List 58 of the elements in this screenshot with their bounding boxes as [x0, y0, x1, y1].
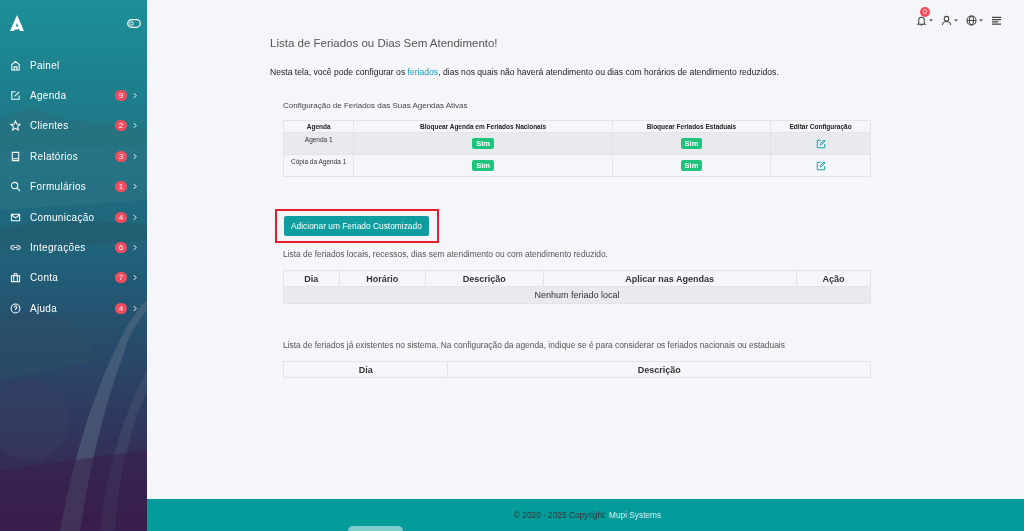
nav-item[interactable]: Ajuda 4 [0, 293, 147, 324]
count-badge: 1 [115, 181, 127, 193]
column-header: Aplicar nas Agendas [543, 270, 797, 287]
chevron-icon [133, 152, 137, 160]
globe-icon [966, 14, 977, 26]
nav-item[interactable]: Formulários 1 [0, 171, 147, 202]
column-header: Descrição [447, 361, 871, 378]
nav-item[interactable]: Comunicação 4 [0, 201, 147, 233]
nav-item[interactable]: Relatórios 3 [0, 141, 147, 172]
caret-icon [979, 18, 983, 22]
count-badge: 7 [115, 272, 127, 284]
chevron-icon [133, 213, 137, 221]
nav-item[interactable]: Conta 7 [0, 262, 147, 294]
star-icon [10, 120, 21, 132]
logo-icon[interactable] [9, 14, 25, 32]
chevron-icon [133, 274, 137, 282]
toggle-icon[interactable] [127, 18, 141, 28]
column-header: Dia [283, 270, 340, 287]
nav-item[interactable]: Painel [0, 50, 147, 81]
chevron-icon [133, 183, 137, 191]
count-badge: 3 [115, 150, 127, 162]
intro-text: Nesta tela, você pode configurar os feriados, dias nos quais não haverá atendimento ou dias com horários de atendimento reduzidos. [270, 67, 780, 77]
column-header: Ação [796, 270, 871, 287]
caret-icon [954, 18, 958, 22]
chevron-icon [133, 122, 137, 130]
nav-item[interactable]: Agenda 9 [0, 80, 147, 111]
book-icon [10, 150, 21, 162]
user-icon [941, 14, 952, 26]
edit-icon[interactable] [815, 160, 826, 171]
section-caption: Configuração de Feriados das Suas Agendas Ativas [283, 101, 469, 110]
section-caption: Lista de feriados locais, recessos, dias sem atendimento ou com atendimento reduzido. [283, 249, 609, 259]
column-header: Descrição [425, 270, 543, 287]
edit-icon [10, 90, 21, 102]
nav-item[interactable]: Integrações 6 [0, 232, 147, 263]
count-badge: 2 [115, 120, 127, 132]
column-header: Horário [339, 270, 426, 287]
chevron-icon [133, 304, 137, 312]
mail-icon [10, 211, 21, 223]
caret-icon [929, 18, 933, 22]
help-icon [10, 302, 21, 314]
chevron-icon [133, 92, 137, 100]
bell-icon [916, 14, 927, 26]
chevron-icon [133, 244, 137, 252]
count-badge: 4 [115, 211, 127, 223]
section-caption: Lista de feriados já existentes no sistema. Na configuração da agenda, indique se é para considerar os feriados nacionais ou estaduais [283, 340, 786, 350]
add-holiday-button[interactable]: Adicionar um Feriado Customizado [284, 216, 429, 236]
company-link[interactable]: Mupi Systems [609, 510, 662, 520]
briefcase-icon [10, 272, 21, 284]
menu-icon[interactable] [991, 15, 1002, 25]
edit-icon[interactable] [815, 138, 826, 149]
count-badge: 4 [115, 302, 127, 314]
home-icon [10, 59, 21, 71]
search-icon [10, 181, 21, 193]
count-badge: 6 [115, 242, 127, 254]
copyright-text: © 2020 - 2025 Copyright: Mupi Systems [513, 510, 662, 520]
column-header: Dia [283, 361, 448, 378]
count-badge: 9 [115, 90, 127, 102]
page-title: Lista de Feriados ou Dias Sem Atendimento! [270, 37, 499, 49]
